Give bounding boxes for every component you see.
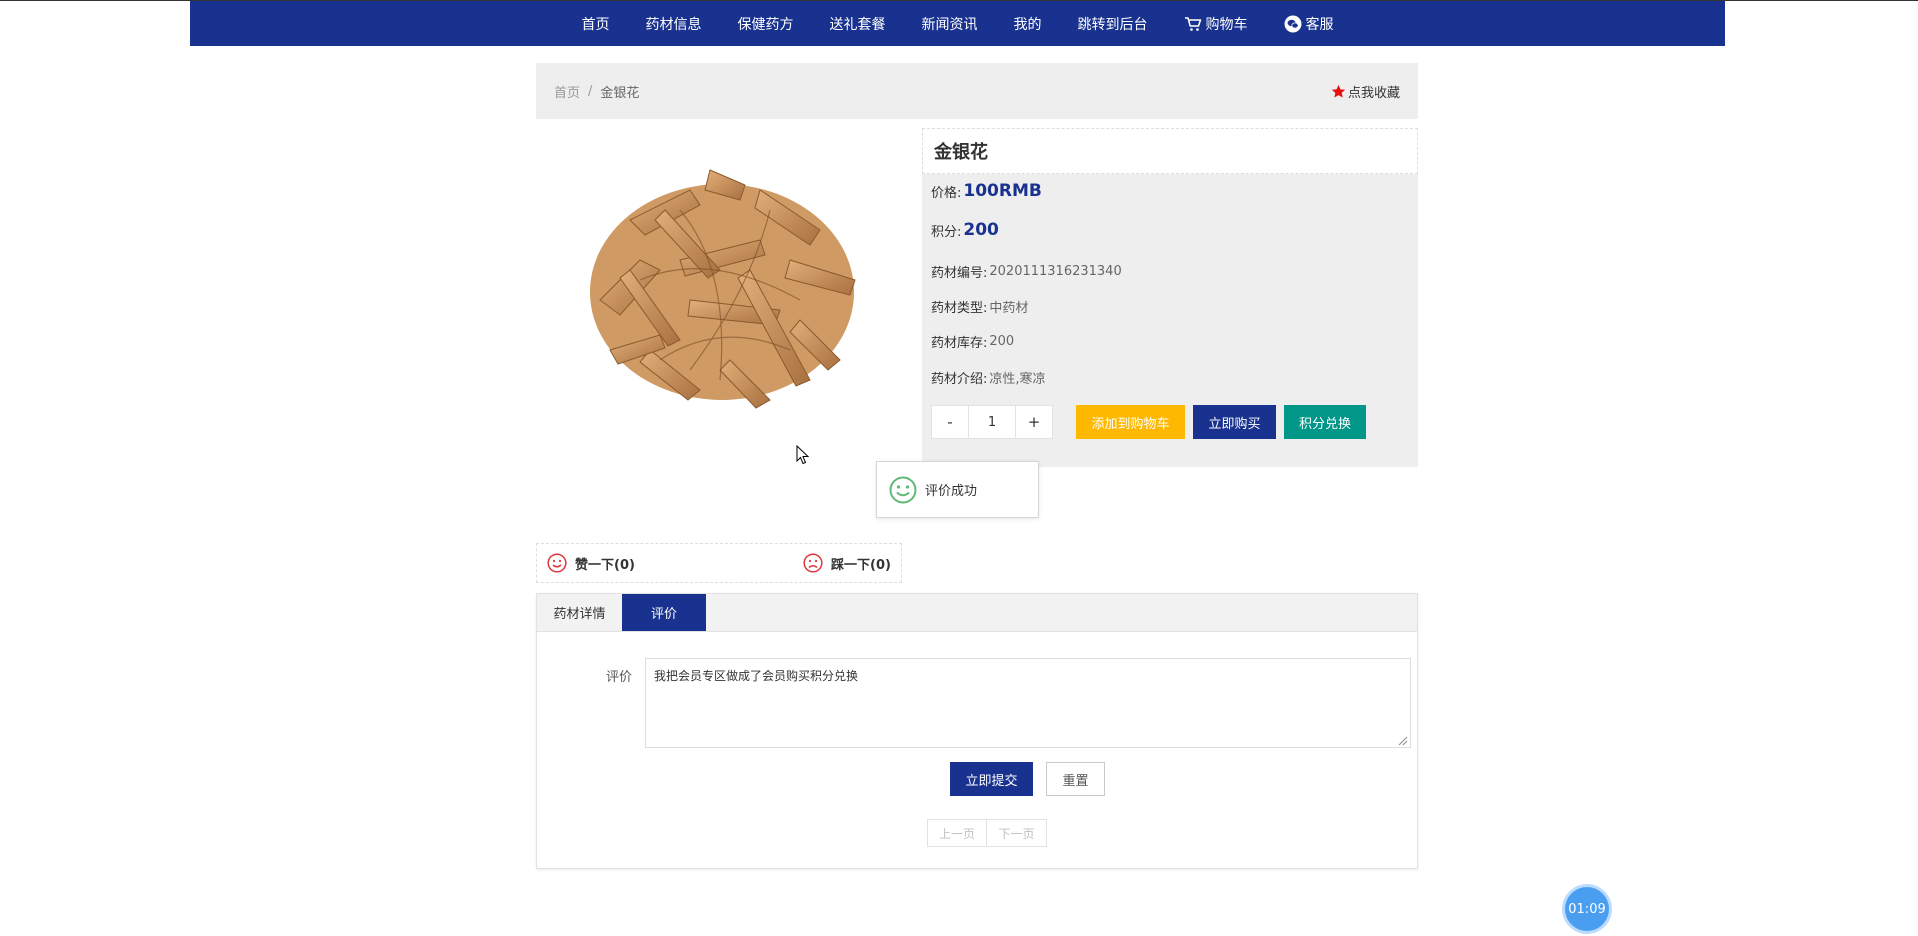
breadcrumb-current: 金银花 [600,85,640,101]
points-row: 积分: 200 [931,220,999,240]
success-toast: 评价成功 [876,461,1039,518]
stock-row: 药材库存: 200 [931,332,1014,351]
breadcrumb-bar: 首页 / 金银花 点我收藏 [536,63,1418,119]
points-value: 200 [963,220,999,240]
reset-button[interactable]: 重置 [1046,762,1105,796]
review-textarea[interactable]: 我把会员专区做成了会员购买积分兑换 [645,658,1411,748]
resize-grip-icon[interactable] [1396,734,1408,746]
nav-item-herbs[interactable]: 药材信息 [628,14,720,34]
tab-herb-details[interactable]: 药材详情 [537,594,622,631]
price-label: 价格: [931,185,962,201]
breadcrumb-home[interactable]: 首页 [554,82,580,101]
nav-item-home[interactable]: 首页 [564,14,628,34]
nav-item-health-recipes[interactable]: 保健药方 [720,14,812,34]
dislike-label: 踩一下(0) [831,557,891,573]
toast-message: 评价成功 [925,484,978,499]
review-field-label: 评价 [606,670,633,685]
dislike-button[interactable]: 踩一下(0) [803,553,891,573]
wechat-icon [1284,15,1301,32]
points-label: 积分: [931,224,962,240]
quantity-increase-button[interactable]: + [1015,405,1053,439]
quantity-input[interactable]: 1 [969,405,1015,439]
frown-icon [803,553,823,573]
product-info-panel: 金银花 价格: 100RMB 积分: 200 药材编号: 20201113162… [922,128,1418,467]
tab-reviews[interactable]: 评价 [622,594,706,631]
code-row: 药材编号: 2020111316231340 [931,262,1122,281]
intro-value: 凉性,寒凉 [989,372,1046,387]
stock-value: 200 [989,334,1015,349]
nav-item-news[interactable]: 新闻资讯 [904,14,996,34]
nav-item-mine[interactable]: 我的 [996,14,1060,34]
price-row: 价格: 100RMB [931,181,1042,201]
pagination: 上一页 下一页 [927,819,1047,847]
product-image [590,169,856,409]
cart-icon [1184,16,1201,31]
mouse-cursor-icon [796,445,810,465]
code-label: 药材编号: [931,266,988,281]
stock-label: 药材库存: [931,336,988,351]
buy-now-button[interactable]: 立即购买 [1193,405,1276,439]
like-button[interactable]: 赞一下(0) [547,553,635,573]
timer-badge[interactable]: 01:09 [1565,887,1609,931]
quantity-decrease-button[interactable]: - [931,405,969,439]
favorite-label: 点我收藏 [1347,85,1400,101]
type-label: 药材类型: [931,301,988,316]
top-nav: 首页 药材信息 保健药方 送礼套餐 新闻资讯 我的 跳转到后台 购物车 客服 [190,1,1725,46]
breadcrumb: 首页 / 金银花 [554,82,639,101]
next-page-button[interactable]: 下一页 [987,819,1047,847]
code-value: 2020111316231340 [989,264,1122,279]
detail-tabs: 药材详情 评价 评价 我把会员专区做成了会员购买积分兑换 立即提交 重置 上一页… [536,593,1418,869]
intro-label: 药材介绍: [931,372,988,387]
nav-item-admin[interactable]: 跳转到后台 [1060,14,1166,34]
breadcrumb-separator: / [588,83,593,99]
type-value: 中药材 [989,301,1029,316]
submit-review-button[interactable]: 立即提交 [950,762,1033,796]
vote-bar: 赞一下(0) 踩一下(0) [536,543,902,583]
smile-icon [889,476,917,503]
redeem-points-button[interactable]: 积分兑换 [1284,405,1366,439]
service-label: 客服 [1305,16,1334,33]
add-to-cart-button[interactable]: 添加到购物车 [1076,405,1185,439]
nav-item-gift-packages[interactable]: 送礼套餐 [812,14,904,34]
smile-icon [547,553,567,573]
nav-item-service[interactable]: 客服 [1266,14,1352,34]
tab-header: 药材详情 评价 [537,594,1417,632]
type-row: 药材类型: 中药材 [931,297,1028,316]
like-label: 赞一下(0) [575,557,635,573]
product-title: 金银花 [922,128,1418,174]
cart-label: 购物车 [1205,16,1248,33]
favorite-button[interactable]: 点我收藏 [1331,82,1400,101]
nav-item-cart[interactable]: 购物车 [1166,14,1266,34]
star-icon [1331,84,1346,98]
intro-row: 药材介绍: 凉性,寒凉 [931,368,1046,387]
prev-page-button[interactable]: 上一页 [927,819,987,847]
quantity-stepper: - 1 + [931,405,1053,439]
price-value: 100RMB [963,181,1042,201]
